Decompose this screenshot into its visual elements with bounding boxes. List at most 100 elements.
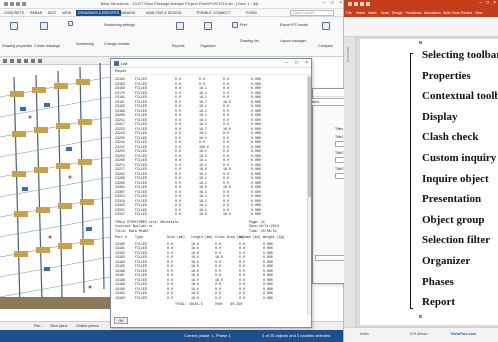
status-pan[interactable]: Pan: [34, 324, 40, 328]
tab-animations[interactable]: Animations: [424, 11, 441, 15]
slide-item[interactable]: Inquire object: [422, 173, 489, 185]
menu-form[interactable]: FORM: [246, 11, 257, 15]
tab-file[interactable]: File: [346, 11, 351, 15]
slide-item[interactable]: Contextual toolbar: [422, 90, 498, 102]
tab-slide-show[interactable]: Slide Show: [443, 11, 460, 15]
table-cell: 0.080: [251, 194, 261, 198]
undo-icon[interactable]: [10, 2, 14, 6]
ribbon-numbering-settings[interactable]: Numbering settings: [104, 23, 135, 27]
table-row: 13181 FILLED 0.0 18.0 0.0 0.0 0.080: [111, 246, 311, 250]
minimize-icon[interactable]: –: [323, 0, 326, 9]
tab-view[interactable]: View: [475, 11, 482, 15]
ribbon-layout-manager[interactable]: Layout manager: [280, 39, 306, 43]
menu-report[interactable]: Report: [115, 69, 126, 73]
ribbon-export-ifc[interactable]: Export IFC model: [280, 23, 308, 27]
menu-view[interactable]: VIEW: [62, 11, 71, 15]
organizer-icon[interactable]: [204, 22, 212, 30]
menu-edit[interactable]: EDIT: [48, 11, 56, 15]
numbering-icon[interactable]: [68, 21, 73, 26]
table-cell: 18.1: [199, 194, 207, 198]
table-cell: 0.0: [167, 264, 173, 268]
table-cell: 18.1: [199, 113, 207, 117]
maximize-icon[interactable]: □: [295, 60, 298, 66]
tab-draw[interactable]: Draw: [381, 11, 389, 15]
save-icon[interactable]: [4, 2, 8, 6]
ribbon-reports[interactable]: Reports: [172, 44, 185, 48]
maximize-icon[interactable]: □: [486, 0, 489, 6]
minimize-icon[interactable]: –: [479, 0, 482, 6]
table-row: 23235 FILLED 0.0 18.1 0.0 0.080: [111, 136, 311, 140]
current-slide[interactable]: Selecting toolbar Properties Contextual to…: [360, 39, 498, 325]
drawing-properties-icon[interactable]: [10, 22, 18, 30]
slide-item[interactable]: Clash check: [422, 131, 479, 143]
ribbon-create-drawings[interactable]: Create drawings: [34, 44, 60, 48]
quick-launch-input[interactable]: Quick Launch: [290, 10, 334, 16]
minimize-icon[interactable]: –: [285, 60, 288, 66]
ribbon-change-number[interactable]: Change number: [104, 42, 130, 46]
resize-handle[interactable]: [419, 41, 422, 44]
menu-concrete[interactable]: CONCRETE: [4, 11, 24, 15]
table-cell: 0.0: [175, 95, 181, 99]
ribbon-numbering[interactable]: Numbering: [76, 42, 94, 46]
compare-icon[interactable]: [322, 22, 330, 30]
menu-drawings-reports[interactable]: DRAWINGS & REPORTS: [76, 10, 122, 16]
slideshow-icon[interactable]: [366, 2, 370, 6]
report-content[interactable]: 23163 FILLED 0.0 0.0 0.0 0.080 23163 FILLED 0.0 0…: [111, 75, 311, 315]
ok-button[interactable]: OK: [114, 317, 128, 324]
ribbon-organizer[interactable]: Organizer: [200, 44, 216, 48]
page-header-line: Title: Data Model Time: 15:08:52: [111, 229, 311, 233]
slide-item[interactable]: Selecting toolbar: [422, 49, 498, 61]
table-row: 13183 FILLED 0.0 18.0 18.0 0.0 0.080: [111, 255, 311, 259]
slide-item[interactable]: Report: [422, 296, 455, 308]
table-cell: FILLED: [135, 117, 147, 122]
status-view-plane[interactable]: View plane: [50, 324, 68, 328]
table-cell: 18.0: [191, 286, 199, 291]
create-drawings-icon[interactable]: [40, 22, 48, 30]
slide-thumbnails-pane[interactable]: Thumbnails: [344, 37, 356, 327]
notes-button[interactable]: Notes: [360, 332, 369, 336]
redo-icon[interactable]: [16, 2, 20, 6]
save-icon[interactable]: [348, 2, 352, 6]
tab-insert[interactable]: Insert: [368, 11, 376, 15]
menu-rebar[interactable]: REBAR: [30, 11, 42, 15]
close-icon[interactable]: ×: [493, 0, 496, 6]
table-cell: 0.0: [223, 189, 229, 194]
menu-manage[interactable]: MANAGE: [120, 11, 136, 15]
maximize-icon[interactable]: □: [331, 0, 334, 9]
close-icon[interactable]: ×: [339, 0, 342, 9]
status-outline-planes[interactable]: Outline planes: [76, 324, 99, 328]
menu-analysis-design[interactable]: ANALYSIS & DESIGN: [146, 11, 181, 15]
slide-item[interactable]: Presentation: [422, 193, 481, 205]
quick-access-toolbar[interactable]: [4, 2, 44, 7]
table-cell: 18.1: [199, 171, 207, 176]
slide-item[interactable]: Display: [422, 111, 457, 123]
list-scrollbar[interactable]: [307, 75, 311, 315]
close-icon[interactable]: ×: [305, 60, 308, 66]
tab-home[interactable]: Home: [356, 11, 365, 15]
resize-handle[interactable]: [419, 315, 422, 318]
tab-design[interactable]: Design: [392, 11, 403, 15]
table-cell: 0.0: [223, 198, 229, 203]
ribbon-drawing-properties[interactable]: Drawing properties: [2, 44, 32, 48]
slide-item[interactable]: Phases: [422, 276, 454, 288]
table-cell: 18.1: [199, 203, 207, 207]
slide-item[interactable]: Properties: [422, 70, 471, 82]
undo-icon[interactable]: [354, 2, 358, 6]
table-cell: 0.0: [223, 122, 229, 126]
reports-icon[interactable]: [176, 22, 184, 30]
ribbon-print[interactable]: Print: [240, 23, 247, 27]
slide-item[interactable]: Organizer: [422, 255, 470, 267]
slide-item[interactable]: Custom inquiry: [422, 152, 496, 164]
slide-item[interactable]: Object group: [422, 214, 484, 226]
tab-transitions[interactable]: Transitions: [405, 11, 421, 15]
table-cell: 23313: [115, 194, 125, 198]
redo-icon[interactable]: [360, 2, 364, 6]
menu-trimble-connect[interactable]: TRIMBLE CONNECT: [196, 11, 230, 15]
ribbon-compare[interactable]: Compare: [318, 44, 333, 48]
scroll-thumb[interactable]: [308, 77, 311, 197]
ribbon-drawing-list[interactable]: Drawing list: [240, 39, 259, 43]
slide-item[interactable]: Selection filter: [422, 234, 490, 246]
print-icon[interactable]: [22, 2, 26, 6]
tab-review[interactable]: Review: [461, 11, 472, 15]
print-drawings-icon[interactable]: [232, 22, 238, 28]
